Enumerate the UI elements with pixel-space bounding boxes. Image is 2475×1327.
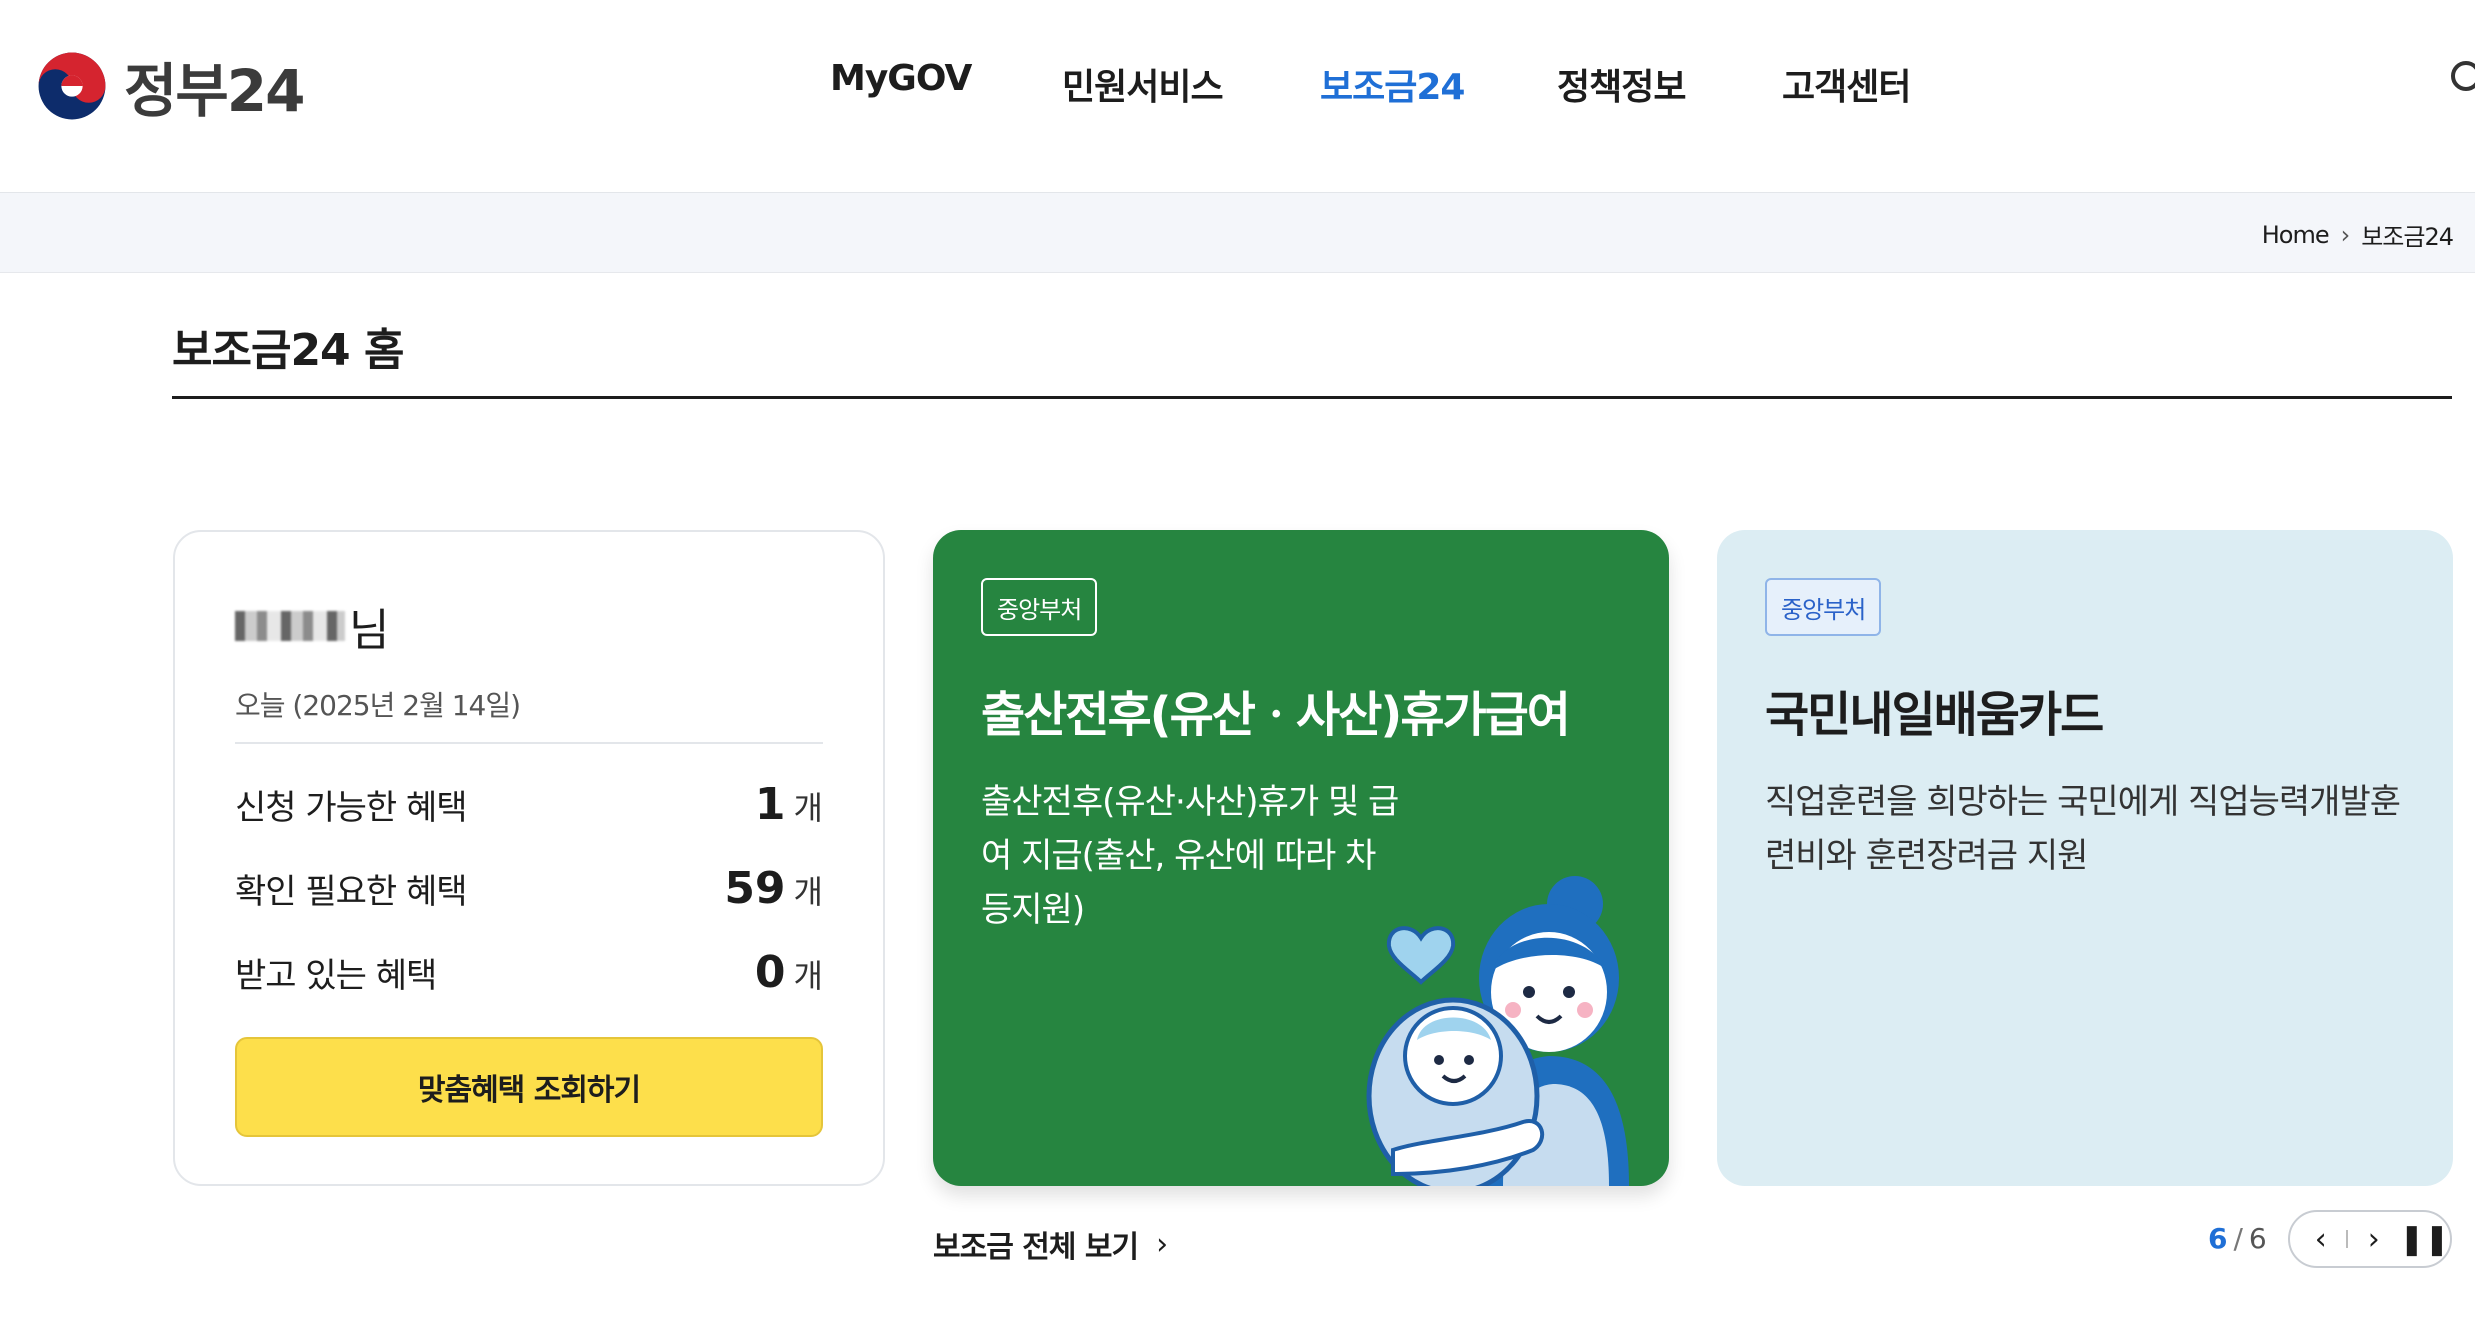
nav-policy-info[interactable]: 정책정보 bbox=[1557, 58, 1686, 110]
stat-label: 신청 가능한 혜택 bbox=[235, 787, 468, 828]
stat-label: 받고 있는 혜택 bbox=[235, 955, 437, 996]
stat-value: 59 개 bbox=[724, 863, 823, 914]
page-title: 보조금24 홈 bbox=[172, 325, 404, 376]
stat-receiving[interactable]: 받고 있는 혜택 0 개 bbox=[235, 942, 823, 1002]
benefit-description: 출산전후(유산·사산)휴가 및 급여 지급(출산, 유산에 따라 차등지원) bbox=[981, 782, 1399, 930]
stat-needs-check[interactable]: 확인 필요한 혜택 59 개 bbox=[235, 858, 823, 918]
benefit-description: 직업훈련을 희망하는 국민에게 직업능력개발훈련비와 훈련장려금 지원 bbox=[1765, 782, 2401, 876]
slide-counter: 6 / 6 bbox=[2208, 1222, 2267, 1255]
nav-civil-services[interactable]: 민원서비스 bbox=[1062, 58, 1224, 110]
control-divider bbox=[2346, 1230, 2349, 1248]
prev-slide-button[interactable]: ‹ bbox=[2301, 1222, 2341, 1257]
stat-count: 1 bbox=[754, 778, 786, 830]
ministry-tag: 중앙부처 bbox=[1765, 578, 1882, 636]
custom-benefit-search-button[interactable]: 맞춤혜택 조회하기 bbox=[235, 1037, 823, 1137]
main-nav: MyGOV 민원서비스 보조금24 정책정보 고객센터 bbox=[0, 58, 2475, 108]
user-greeting: 님 bbox=[235, 594, 389, 658]
chevron-right-icon: › bbox=[1156, 1226, 1168, 1262]
stat-unit: 개 bbox=[793, 872, 823, 911]
nav-subsidy24[interactable]: 보조금24 bbox=[1320, 58, 1465, 110]
benefit-title: 출산전후(유산ㆍ사산)휴가급여 bbox=[981, 687, 1571, 743]
nav-customer-center[interactable]: 고객센터 bbox=[1782, 58, 1911, 110]
stat-label: 확인 필요한 혜택 bbox=[235, 871, 468, 912]
slide-total: 6 bbox=[2248, 1222, 2267, 1255]
search-button[interactable] bbox=[2448, 58, 2475, 102]
breadcrumb-current: 보조금24 bbox=[2361, 223, 2454, 251]
pause-icon[interactable]: ❚❚ bbox=[2399, 1222, 2449, 1257]
stat-applicable[interactable]: 신청 가능한 혜택 1 개 bbox=[235, 774, 823, 834]
slide-separator: / bbox=[2233, 1222, 2243, 1255]
nav-mygov[interactable]: MyGOV bbox=[830, 58, 972, 99]
benefit-title: 국민내일배움카드 bbox=[1765, 687, 2104, 743]
stat-value: 1 개 bbox=[755, 779, 823, 830]
slide-current: 6 bbox=[2208, 1222, 2228, 1255]
next-slide-button[interactable]: › bbox=[2354, 1222, 2394, 1257]
stat-value: 0 개 bbox=[755, 947, 823, 998]
card-divider bbox=[235, 742, 823, 744]
stat-count: 59 bbox=[724, 862, 786, 914]
site-header: 정부24 MyGOV 민원서비스 보조금24 정책정보 고객센터 bbox=[0, 0, 2475, 193]
view-all-subsidies-link[interactable]: 보조금 전체 보기 › bbox=[933, 1222, 1168, 1266]
user-name-suffix: 님 bbox=[349, 605, 389, 656]
chevron-right-icon: › bbox=[2340, 220, 2351, 249]
view-all-label: 보조금 전체 보기 bbox=[933, 1230, 1139, 1265]
user-benefit-card: 님 오늘 (2025년 2월 14일) 신청 가능한 혜택 1 개 확인 필요한… bbox=[173, 530, 885, 1186]
stat-unit: 개 bbox=[793, 788, 823, 827]
benefit-card-maternity-leave[interactable]: 중앙부처 출산전후(유산ㆍ사산)휴가급여 출산전후(유산·사산)휴가 및 급여 … bbox=[933, 530, 1669, 1186]
benefit-card-learning-card[interactable]: 중앙부처 국민내일배움카드 직업훈련을 희망하는 국민에게 직업능력개발훈련비와… bbox=[1717, 530, 2453, 1186]
ministry-tag: 중앙부처 bbox=[981, 578, 1098, 636]
stat-count: 0 bbox=[754, 946, 786, 998]
breadcrumb-home[interactable]: Home bbox=[2262, 221, 2330, 249]
slider-controls: ‹ › ❚❚ bbox=[2288, 1210, 2452, 1268]
today-date: 오늘 (2025년 2월 14일) bbox=[235, 689, 521, 722]
search-icon bbox=[2451, 61, 2475, 91]
breadcrumb: Home › 보조금24 bbox=[2262, 217, 2454, 252]
title-divider bbox=[172, 396, 2452, 399]
breadcrumb-bar: Home › 보조금24 bbox=[0, 193, 2475, 273]
stat-unit: 개 bbox=[793, 956, 823, 995]
masked-user-name bbox=[235, 611, 345, 641]
mother-baby-illustration bbox=[1366, 876, 1629, 1186]
